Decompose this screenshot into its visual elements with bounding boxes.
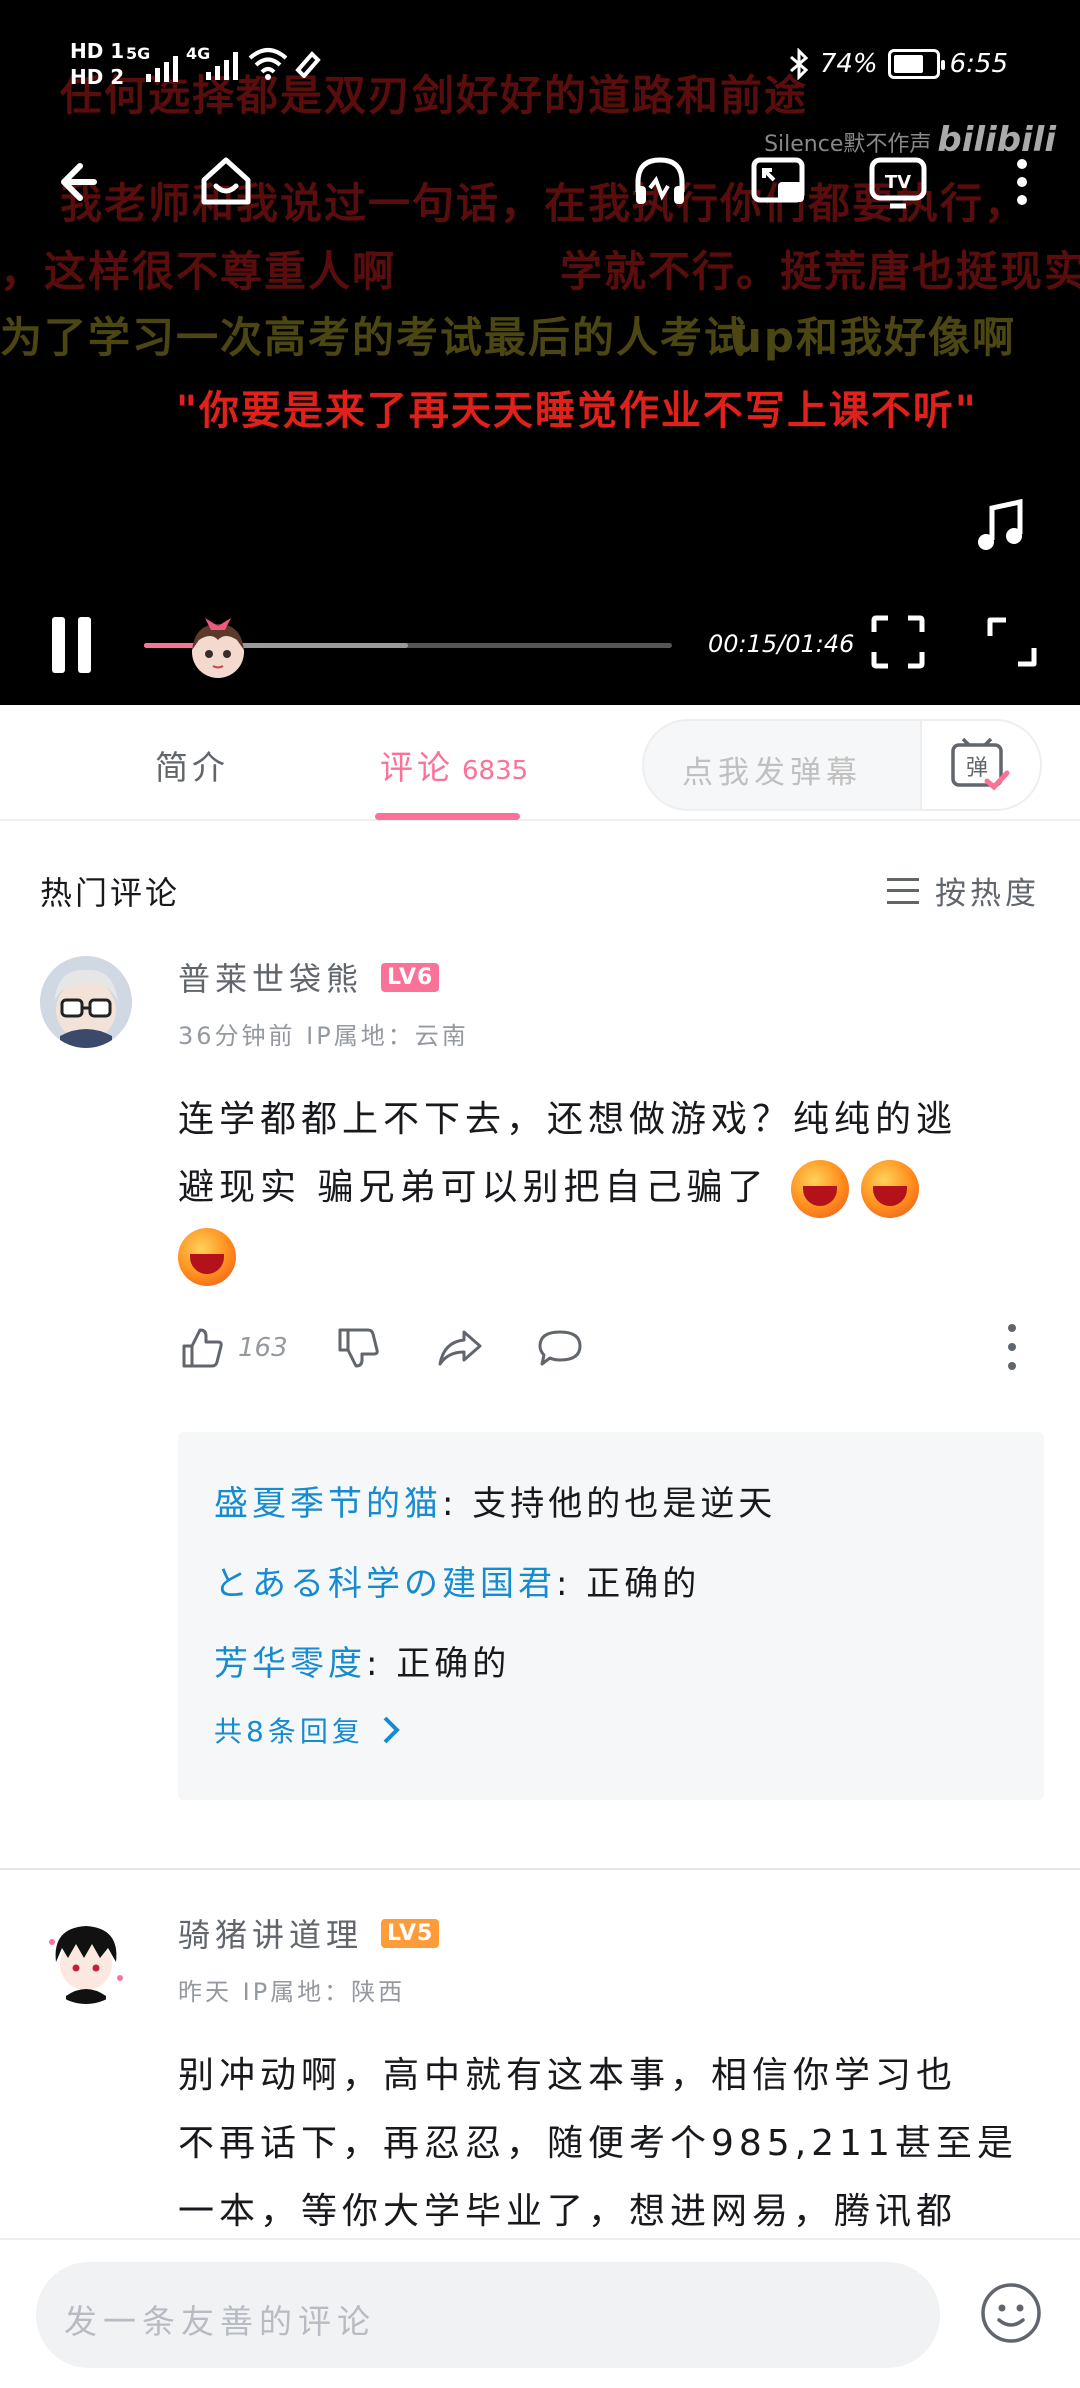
comment-text-line: 别冲动啊，高中就有这本事，相信你学习也 [178,2055,958,2096]
level-badge: LV5 [381,1918,440,1948]
reply-button[interactable] [536,1324,584,1372]
expand-icon[interactable] [984,614,1040,670]
reply-text: : 正确的 [366,1644,511,1684]
reply-preview[interactable]: 盛夏季节的猫: 支持他的也是逆天 とある科学の建国君: 正确的 芳华零度: 正确… [178,1432,1044,1800]
reply-item[interactable]: とある科学の建国君: 正确的 [214,1544,1008,1624]
comment-meta: 36分钟前 IP属地：云南 [178,1022,469,1050]
sim-2-label: HD 2 [70,65,125,89]
reply-item[interactable]: 盛夏季节的猫: 支持他的也是逆天 [214,1464,1008,1544]
more-options-icon[interactable] [1008,1324,1016,1370]
comment-actions: 163 [178,1324,1038,1374]
tab-comments[interactable]: 评论 6835 [380,741,528,789]
nfc-icon [295,51,321,78]
status-bar: HD 1 HD 2 5G 4G 74% 6:55 [0,0,1080,130]
tab-comments-count: 6835 [462,756,529,786]
home-icon[interactable] [194,150,258,214]
comment-divider [0,1868,1080,1870]
svg-text:TV: TV [885,172,911,193]
music-note-icon[interactable] [970,496,1030,556]
reply-text: : 正确的 [556,1564,701,1604]
danmaku-text: 为了学习一次高考的考试最后的人考试 [0,313,749,362]
sort-lines-icon [887,877,919,904]
view-all-replies-link[interactable]: 共8条回复 [214,1710,1008,1750]
wifi-icon [248,48,288,80]
like-button[interactable]: 163 [178,1324,288,1372]
danmaku-text: ，这样很不尊重人啊 [0,247,397,296]
pause-icon[interactable] [48,617,96,673]
tab-indicator [375,813,520,820]
danmaku-placeholder: 点我发弹幕 [682,755,862,791]
sim-1-label: HD 1 [70,39,125,63]
headphones-icon[interactable] [628,150,692,214]
danmaku-text: up和我好像啊 [732,313,1016,362]
comment-text-line: 不再话下，再忍忍，随便考个985,211甚至是 [178,2123,1018,2164]
danmaku-input[interactable]: 点我发弹幕 弹 [642,719,1042,811]
comment-text: 连学都都上不下去，还想做游戏？纯纯的逃 避现实 骗兄弟可以别把自己骗了 [178,1086,1038,1290]
username-text: 普莱世袋熊 [178,960,364,998]
reply-item[interactable]: 芳华零度: 正确的 [214,1624,1008,1704]
smiley-icon[interactable] [980,2282,1042,2344]
battery-fill [893,55,924,73]
more-vertical-icon[interactable] [990,150,1054,214]
signal-2-icon [206,52,238,80]
reply-username[interactable]: とある科学の建国君 [214,1564,556,1604]
laugh-emoji-icon [178,1228,236,1286]
clock: 6:55 [949,49,1008,79]
avatar[interactable] [40,956,132,1048]
reply-text: : 支持他的也是逆天 [442,1484,777,1524]
laugh-emoji-icon [860,1160,919,1218]
progress-thumb-mascot[interactable] [185,610,251,682]
thumb-up-icon [182,1328,223,1368]
pip-icon[interactable] [746,150,810,214]
danmaku-text: 学就不行。挺荒唐也挺现实 [560,247,1080,296]
laugh-emoji-icon [790,1160,849,1218]
tab-intro[interactable]: 简介 [155,741,229,789]
comment-input-placeholder: 发一条友善的评论 [64,2302,376,2341]
danmaku-toggle-button[interactable]: 弹 [920,721,1040,809]
comment-composer: 发一条友善的评论 [0,2238,1080,2388]
danmaku-text: "你要是来了再天天睡觉作业不写上课不听" [176,388,978,434]
username[interactable]: 骑猪讲道理 LV5 [178,1910,440,1956]
comment-bubble-icon [538,1330,582,1366]
username-text: 骑猪讲道理 [178,1916,364,1954]
danmaku-icon: 弹 [951,737,1010,791]
bluetooth-icon [789,48,809,80]
back-arrow-icon[interactable] [52,150,116,214]
sort-button[interactable]: 按热度 [887,868,1040,913]
username[interactable]: 普莱世袋熊 LV6 [178,954,440,1000]
video-player[interactable]: 任何选择都是双刃剑好好的道路和前途 我老师和我说过一句话，在我执行你们都要执行，… [0,0,1080,705]
sim-labels: HD 1 HD 2 [70,38,124,90]
reply-username[interactable]: 盛夏季节的猫 [214,1484,442,1524]
comment-meta: 昨天 IP属地：陕西 [178,1978,406,2006]
avatar[interactable] [40,1912,132,2004]
cast-tv-icon[interactable]: TV [866,150,930,214]
sort-label: 按热度 [935,876,1040,912]
comment-text-line: 一本，等你大学毕业了，想进网易，腾讯都 [178,2191,958,2232]
danmaku-button-label: 弹 [966,756,988,781]
comment-input[interactable]: 发一条友善的评论 [36,2262,940,2368]
hot-comments-title: 热门评论 [40,874,181,912]
tab-bar: 简介 评论 6835 点我发弹幕 弹 [0,705,1080,821]
comment-text: 别冲动啊，高中就有这本事，相信你学习也 不再话下，再忍忍，随便考个985,211… [178,2042,1038,2246]
view-all-replies-label: 共8条回复 [214,1715,364,1748]
share-icon [438,1330,482,1366]
chevron-right-icon [383,1716,400,1744]
battery-icon [887,49,945,79]
level-badge: LV6 [381,962,440,992]
tab-comments-label: 评论 [380,748,454,787]
thumb-down-icon [338,1328,379,1368]
like-count: 163 [238,1333,288,1363]
comment-text-line: 避现实 骗兄弟可以别把自己骗了 [178,1167,769,1208]
dislike-button[interactable] [334,1324,382,1372]
share-button[interactable] [436,1324,484,1372]
reply-username[interactable]: 芳华零度 [214,1644,366,1684]
comment-text-line: 连学都都上不下去，还想做游戏？纯纯的逃 [178,1099,958,1140]
signal-1-icon [146,56,178,82]
battery-percent: 74% [819,49,878,79]
time-display: 00:15/01:46 [708,630,855,658]
fullscreen-icon[interactable] [870,614,926,670]
status-right: 74% 6:55 [788,48,1008,80]
